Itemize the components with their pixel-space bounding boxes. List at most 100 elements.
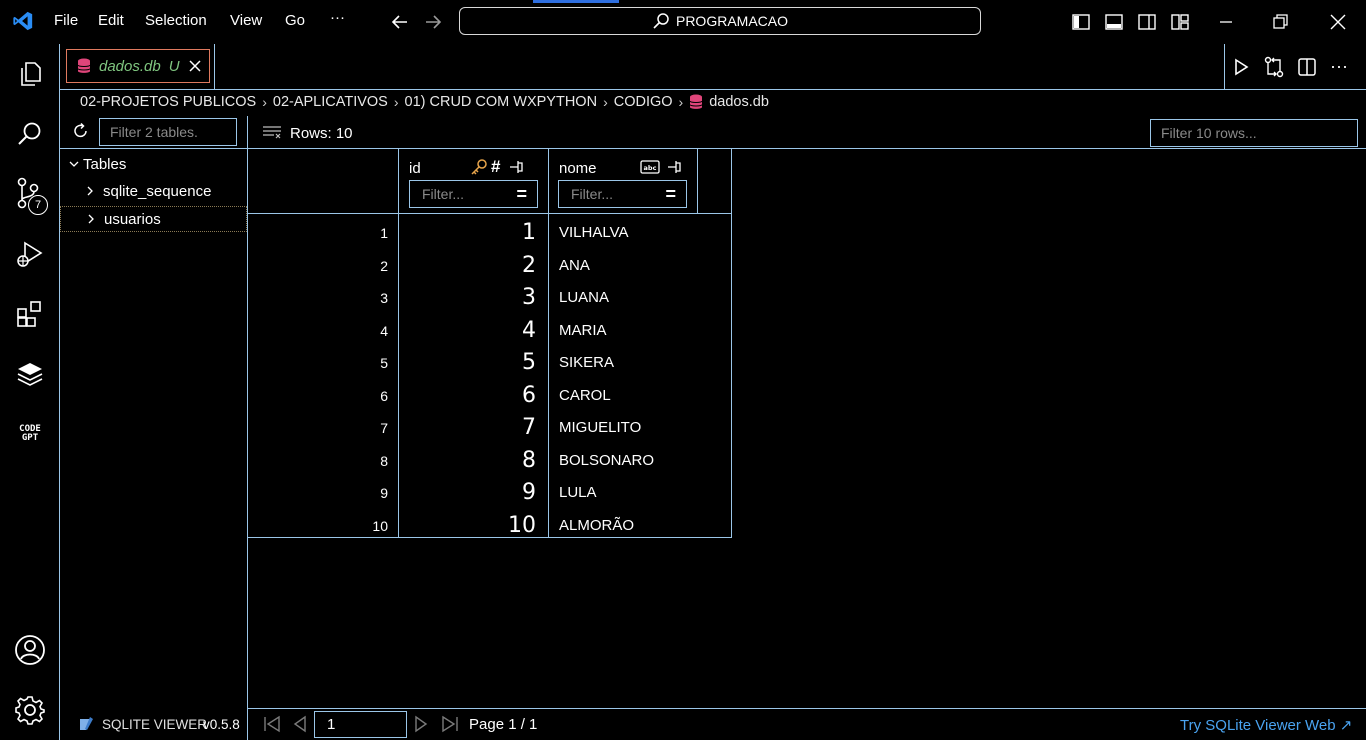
id-filter-input[interactable]: Filter... = <box>409 180 538 208</box>
compare-changes-icon[interactable] <box>1264 56 1284 78</box>
menu-view[interactable]: View <box>230 12 262 29</box>
table-row[interactable]: 4 4 MARIA <box>248 314 732 347</box>
close-tab-icon[interactable] <box>188 59 202 73</box>
cell-nome[interactable]: MIGUELITO <box>559 419 641 436</box>
breadcrumb: 02-PROJETOS PUBLICOS › 02-APLICATIVOS › … <box>80 92 769 112</box>
cell-id[interactable]: 2 <box>398 253 536 278</box>
menu-more[interactable]: ··· <box>330 9 345 26</box>
menu-go[interactable]: Go <box>285 12 305 29</box>
column-header-nome[interactable]: nome abc Filter... = <box>548 148 697 213</box>
layers-icon[interactable] <box>12 356 48 392</box>
run-icon[interactable] <box>1232 57 1250 77</box>
sidebar-item-sqlite-sequence[interactable]: sqlite_sequence <box>60 178 247 204</box>
first-page-icon[interactable] <box>262 715 282 733</box>
refresh-icon[interactable] <box>72 122 90 140</box>
source-control-icon[interactable]: 7 <box>12 176 48 215</box>
customize-layout-icon[interactable] <box>1170 12 1190 32</box>
next-page-icon[interactable] <box>413 715 429 733</box>
forward-arrow-icon[interactable] <box>423 12 443 32</box>
breadcrumb-item[interactable]: 02-APLICATIVOS <box>273 94 388 110</box>
cell-id[interactable]: 1 <box>398 220 536 245</box>
cell-id[interactable]: 5 <box>398 350 536 375</box>
table-row[interactable]: 3 3 LUANA <box>248 281 732 314</box>
actions-separator <box>1224 44 1225 89</box>
menu-edit[interactable]: Edit <box>98 12 124 29</box>
account-icon[interactable] <box>12 632 48 668</box>
table-row[interactable]: 10 10 ALMORÃO <box>248 509 732 542</box>
breadcrumb-item[interactable]: 02-PROJETOS PUBLICOS <box>80 94 256 110</box>
menu-selection[interactable]: Selection <box>145 12 207 29</box>
cell-id[interactable]: 4 <box>398 318 536 343</box>
back-arrow-icon[interactable] <box>390 12 410 32</box>
table-row[interactable]: 9 9 LULA <box>248 476 732 509</box>
pin-icon[interactable] <box>666 159 682 175</box>
filter-rows-input[interactable] <box>1150 119 1358 147</box>
tab-dados-db[interactable]: dados.db U <box>66 49 210 83</box>
restore-icon[interactable] <box>1270 12 1290 32</box>
footer-divider <box>248 708 1366 709</box>
toggle-panel-icon[interactable] <box>1104 12 1124 32</box>
header-divider <box>248 213 732 214</box>
divider <box>60 148 247 149</box>
cell-id[interactable]: 3 <box>398 285 536 310</box>
page-number-input[interactable]: 1 <box>314 711 407 738</box>
cell-nome[interactable]: LUANA <box>559 289 609 306</box>
table-row[interactable]: 7 7 MIGUELITO <box>248 411 732 444</box>
cell-nome[interactable]: ANA <box>559 257 590 274</box>
equals-operator-icon[interactable]: = <box>665 185 676 203</box>
previous-page-icon[interactable] <box>292 715 308 733</box>
equals-operator-icon[interactable]: = <box>516 185 527 203</box>
search-view-icon[interactable] <box>12 116 48 152</box>
cell-nome[interactable]: BOLSONARO <box>559 452 654 469</box>
cell-nome[interactable]: LULA <box>559 484 597 501</box>
minimize-icon[interactable] <box>1216 12 1236 32</box>
breadcrumb-item[interactable]: dados.db <box>709 94 769 110</box>
table-row[interactable]: 1 1 VILHALVA <box>248 216 732 249</box>
cell-id[interactable]: 10 <box>398 513 536 538</box>
filter-tables-input[interactable] <box>99 118 237 146</box>
run-debug-icon[interactable] <box>12 236 48 272</box>
tables-header[interactable]: Tables <box>60 151 247 177</box>
table-row[interactable]: 5 5 SIKERA <box>248 346 732 379</box>
extension-name[interactable]: SQLITE VIEWER <box>102 717 207 732</box>
database-icon <box>77 58 91 74</box>
table-row[interactable]: 6 6 CAROL <box>248 379 732 412</box>
cell-id[interactable]: 7 <box>398 415 536 440</box>
command-center-search[interactable]: PROGRAMACAO <box>459 7 981 35</box>
more-actions-icon[interactable]: ··· <box>1330 56 1348 77</box>
column-name: id <box>409 160 421 177</box>
row-number: 5 <box>380 355 388 371</box>
extensions-icon[interactable] <box>12 296 48 332</box>
cell-nome[interactable]: SIKERA <box>559 354 614 371</box>
activity-bar: 7 CODE GPT <box>0 44 60 740</box>
table-row[interactable]: 8 8 BOLSONARO <box>248 444 732 477</box>
column-name: nome <box>559 160 597 177</box>
cell-id[interactable]: 9 <box>398 480 536 505</box>
breadcrumb-item[interactable]: CODIGO <box>614 94 673 110</box>
toggle-secondary-sidebar-icon[interactable] <box>1137 12 1157 32</box>
cell-nome[interactable]: MARIA <box>559 322 607 339</box>
chevron-right-icon: › <box>603 94 608 110</box>
cell-nome[interactable]: VILHALVA <box>559 224 628 241</box>
sidebar-item-usuarios[interactable]: usuarios <box>60 206 247 232</box>
breadcrumb-item[interactable]: 01) CRUD COM WXPYTHON <box>405 94 598 110</box>
explorer-icon[interactable] <box>12 56 48 92</box>
column-header-id[interactable]: id # Filter... = <box>398 148 548 213</box>
nome-filter-input[interactable]: Filter... = <box>558 180 687 208</box>
chevron-down-icon <box>68 158 80 170</box>
cell-id[interactable]: 6 <box>398 383 536 408</box>
cell-nome[interactable]: ALMORÃO <box>559 517 634 534</box>
toggle-primary-sidebar-icon[interactable] <box>1071 12 1091 32</box>
split-editor-icon[interactable] <box>1297 57 1317 77</box>
cell-nome[interactable]: CAROL <box>559 387 611 404</box>
settings-gear-icon[interactable] <box>12 692 48 728</box>
cell-id[interactable]: 8 <box>398 448 536 473</box>
pin-icon[interactable] <box>508 159 524 175</box>
try-sqlite-viewer-web-link[interactable]: Try SQLite Viewer Web ↗ <box>1180 716 1352 734</box>
row-number: 4 <box>380 322 388 339</box>
last-page-icon[interactable] <box>440 715 460 733</box>
table-row[interactable]: 2 2 ANA <box>248 249 732 282</box>
menu-file[interactable]: File <box>54 12 78 29</box>
close-window-icon[interactable] <box>1328 12 1348 32</box>
codegpt-icon[interactable]: CODE GPT <box>12 416 48 452</box>
